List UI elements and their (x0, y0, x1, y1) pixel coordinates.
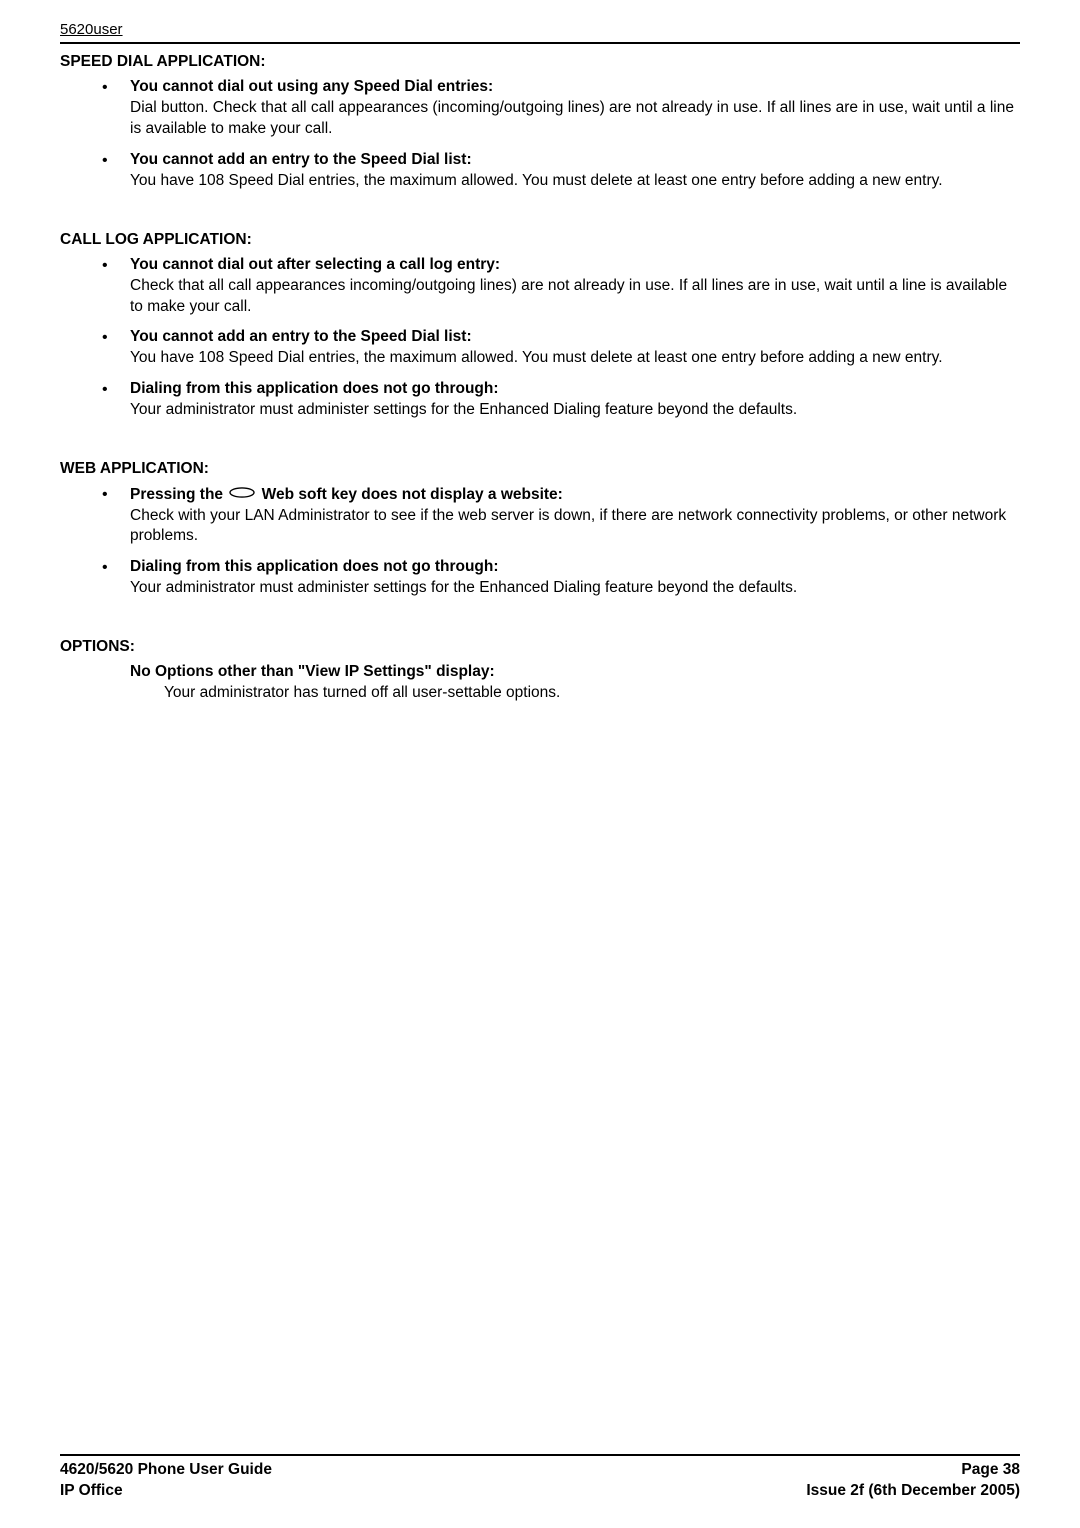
list-item: Pressing the Web soft key does not displ… (60, 484, 1020, 547)
footer-right-2: Issue 2f (6th December 2005) (806, 1481, 1020, 1502)
list-item: You cannot add an entry to the Speed Dia… (60, 327, 1020, 369)
item-head: You cannot dial out after selecting a ca… (130, 256, 500, 273)
page-footer: 4620/5620 Phone User Guide Page 38 IP Of… (60, 1454, 1020, 1502)
section-title-call-log: CALL LOG APPLICATION: (60, 230, 1020, 251)
options-body: Your administrator has turned off all us… (130, 683, 1020, 704)
item-head: You cannot dial out using any Speed Dial… (130, 78, 493, 95)
list-item: Dialing from this application does not g… (60, 379, 1020, 421)
web-app-list: Pressing the Web soft key does not displ… (60, 484, 1020, 599)
list-item: You cannot dial out after selecting a ca… (60, 255, 1020, 318)
item-head: Pressing the Web soft key does not displ… (130, 486, 563, 503)
item-body: Check that all call appearances incoming… (130, 277, 1007, 315)
item-head-pre: Pressing the (130, 486, 227, 503)
item-body: Your administrator must administer setti… (130, 401, 797, 418)
header-label: 5620user (60, 20, 1020, 40)
softkey-icon (229, 484, 255, 505)
item-head: You cannot add an entry to the Speed Dia… (130, 328, 472, 345)
item-body: Your administrator must administer setti… (130, 579, 797, 596)
list-item: You cannot dial out using any Speed Dial… (60, 77, 1020, 140)
options-head: No Options other than "View IP Settings"… (130, 662, 1020, 683)
item-body: Dial button. Check that all call appeara… (130, 99, 1014, 137)
footer-left-1: 4620/5620 Phone User Guide (60, 1460, 272, 1481)
item-head: You cannot add an entry to the Speed Dia… (130, 151, 472, 168)
footer-rule (60, 1454, 1020, 1456)
section-title-web-app: WEB APPLICATION: (60, 459, 1020, 480)
header-rule (60, 42, 1020, 44)
list-item: You cannot add an entry to the Speed Dia… (60, 150, 1020, 192)
item-body: You have 108 Speed Dial entries, the max… (130, 349, 943, 366)
section-title-options: OPTIONS: (60, 637, 1020, 658)
options-block: No Options other than "View IP Settings"… (60, 662, 1020, 704)
item-head: Dialing from this application does not g… (130, 558, 499, 575)
speed-dial-list: You cannot dial out using any Speed Dial… (60, 77, 1020, 192)
footer-left-2: IP Office (60, 1481, 123, 1502)
item-body: Check with your LAN Administrator to see… (130, 507, 1006, 545)
call-log-list: You cannot dial out after selecting a ca… (60, 255, 1020, 421)
section-title-speed-dial: SPEED DIAL APPLICATION: (60, 52, 1020, 73)
item-head: Dialing from this application does not g… (130, 380, 499, 397)
footer-right-1: Page 38 (961, 1460, 1020, 1481)
item-head-post: Web soft key does not display a website: (262, 486, 563, 503)
item-body: You have 108 Speed Dial entries, the max… (130, 172, 943, 189)
list-item: Dialing from this application does not g… (60, 557, 1020, 599)
